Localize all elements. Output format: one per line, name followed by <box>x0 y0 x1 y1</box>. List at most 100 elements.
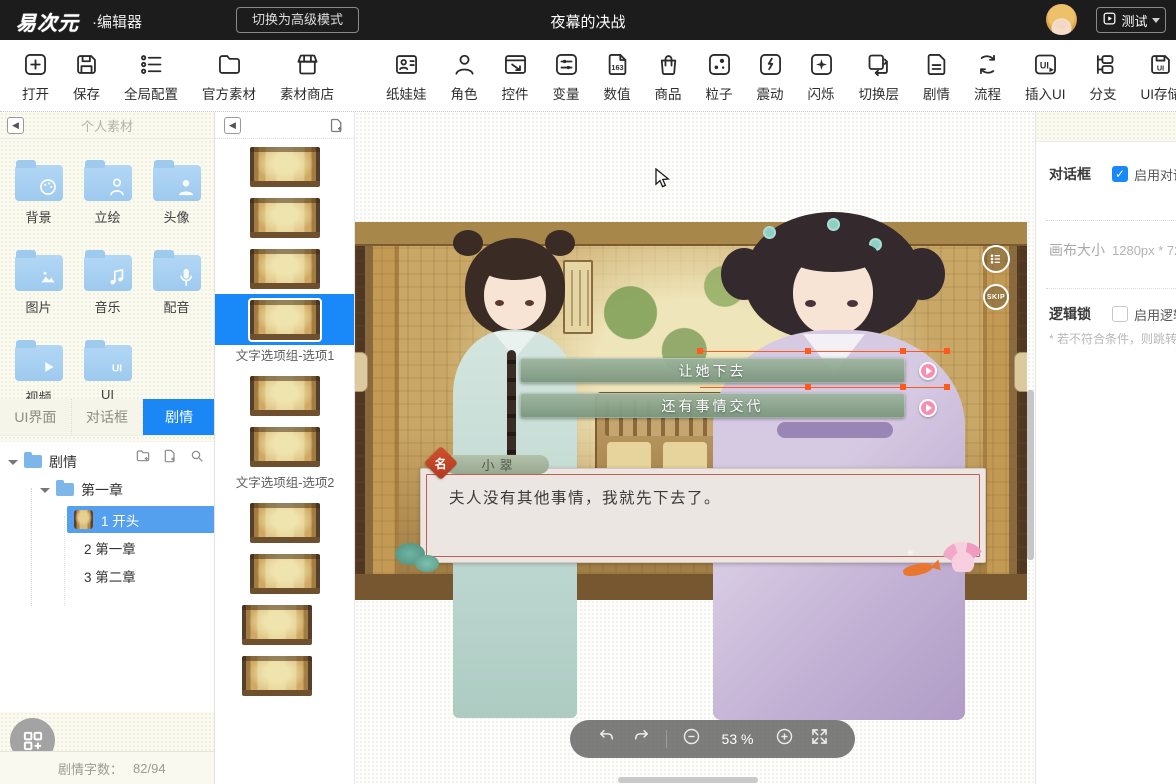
tree-node-chapter[interactable]: 第一章 <box>40 476 123 503</box>
toolbar-item-label: 闪烁 <box>808 83 835 103</box>
toolbar-item-story[interactable]: 剧情 <box>923 40 950 103</box>
scene-thumbnail[interactable] <box>215 497 355 548</box>
tree-expand-icon[interactable] <box>40 488 50 493</box>
dialogue-box[interactable]: 夫人没有其他事情，我就先下去了。 <box>420 468 986 563</box>
flash-icon <box>808 51 835 78</box>
scene-thumbnail[interactable] <box>215 548 355 599</box>
asset-folder-bust[interactable]: 头像 <box>142 158 211 226</box>
choice-button-1[interactable]: 让她下去 <box>520 358 905 383</box>
scene-thumbnail[interactable] <box>215 599 355 650</box>
toolbar-item-switch-layer[interactable]: 切换层 <box>859 40 900 103</box>
character-sprite-lady[interactable] <box>707 212 972 720</box>
scene-thumbnail[interactable] <box>215 370 355 421</box>
toolbar-item-particle[interactable]: 粒子 <box>706 40 733 103</box>
zoom-in-icon[interactable] <box>774 726 795 752</box>
tree-node-root[interactable]: 剧情 <box>8 448 77 475</box>
app-logo: 易次元 <box>16 7 79 36</box>
user-avatar[interactable] <box>1046 4 1077 35</box>
selection-handle[interactable] <box>944 348 950 354</box>
choice-drag-button[interactable] <box>919 399 937 417</box>
toolbar-item-insert-ui[interactable]: UI 插入UI <box>1025 40 1066 103</box>
toolbar-item-label: 角色 <box>451 83 478 103</box>
scene-thumbnail[interactable] <box>215 192 355 243</box>
toolbar-item-shake[interactable]: 震动 <box>757 40 784 103</box>
choice-button-2[interactable]: 还有事情交代 <box>520 393 905 418</box>
scene-menu-button[interactable] <box>982 245 1010 273</box>
add-scene-icon[interactable] <box>328 117 345 134</box>
scene-thumbnail-image <box>250 198 320 238</box>
undo-icon[interactable] <box>596 726 617 752</box>
insert-ui-icon: UI <box>1032 51 1059 78</box>
toolbar-item-open[interactable]: 打开 <box>22 40 49 103</box>
scene-skip-button[interactable]: SKIP <box>983 284 1009 310</box>
toolbar-item-character[interactable]: 角色 <box>451 40 478 103</box>
toolbar-item-flash[interactable]: 闪烁 <box>808 40 835 103</box>
add-folder-icon[interactable] <box>135 448 151 469</box>
add-file-icon[interactable] <box>162 448 178 469</box>
asset-folder-video[interactable]: 视频 <box>4 338 73 406</box>
canvas-horizontal-scrollbar[interactable] <box>618 777 758 783</box>
svg-text:163: 163 <box>611 63 623 72</box>
toolbar-item-asset-store[interactable]: 素材商店 <box>280 40 334 103</box>
canvas-vertical-scrollbar[interactable] <box>1027 390 1034 560</box>
toolbar-item-paper-doll[interactable]: 纸娃娃 <box>386 40 427 103</box>
search-icon[interactable] <box>189 448 205 469</box>
toolbar-item-flow[interactable]: 流程 <box>974 40 1001 103</box>
scene-right-tab[interactable] <box>1014 352 1027 392</box>
scene-thumbnail[interactable] <box>215 421 355 472</box>
tab-UI界面[interactable]: UI界面 <box>0 399 72 436</box>
toolbar-item-number[interactable]: 163 数值 <box>604 40 631 103</box>
selection-handle[interactable] <box>944 384 950 390</box>
advanced-mode-button[interactable]: 切换为高级模式 <box>236 7 359 33</box>
logic-lock-row: 逻辑锁 启用逻辑锁 <box>1049 304 1176 324</box>
thumbnail-panel-header: ◀ <box>215 112 354 139</box>
tree-node[interactable]: 2 第一章 <box>84 534 136 561</box>
asset-folder-ui[interactable]: UI UI <box>73 338 142 406</box>
toolbar-item-branch[interactable]: 分支 <box>1090 40 1117 103</box>
toolbar-item-save[interactable]: 保存 <box>73 40 100 103</box>
selection-handle[interactable] <box>697 348 703 354</box>
toolbar-item-label: 素材商店 <box>280 83 334 103</box>
scene-thumbnail[interactable] <box>215 243 355 294</box>
fullscreen-icon[interactable] <box>809 726 830 752</box>
tree-expand-icon[interactable] <box>8 460 18 465</box>
asset-folder-figure[interactable]: 立绘 <box>73 158 142 226</box>
selection-handle[interactable] <box>805 384 811 390</box>
asset-folder-mic[interactable]: 配音 <box>142 248 211 316</box>
asset-folder-music[interactable]: 音乐 <box>73 248 142 316</box>
toolbar-item-ui-store[interactable]: UI UI存储 <box>1141 40 1176 103</box>
scene-thumbnail-image <box>250 300 320 340</box>
toolbar-item-variable[interactable]: 变量 <box>553 40 580 103</box>
test-button[interactable]: 测试 <box>1096 7 1166 33</box>
tab-剧情[interactable]: 剧情 <box>143 399 215 436</box>
scene-thumbnail[interactable] <box>215 650 355 701</box>
toolbar-item-label: 插入UI <box>1025 83 1066 103</box>
toolbar-item-widget[interactable]: 控件 <box>502 40 529 103</box>
asset-store-icon <box>294 51 321 78</box>
redo-icon[interactable] <box>631 726 652 752</box>
tree-node[interactable]: 3 第二章 <box>84 562 136 589</box>
editor-canvas[interactable]: 让她下去 还有事情交代 SKIP 夫人没有其他事情，我就先下去了。 名 小翠 ❀… <box>355 112 1035 784</box>
collapse-panel-button[interactable]: ◀ <box>7 117 24 134</box>
choice-drag-button[interactable] <box>919 362 937 380</box>
scene-thumbnail-selected[interactable] <box>215 294 355 345</box>
asset-folder-palette[interactable]: 背景 <box>4 158 73 226</box>
tab-对话框[interactable]: 对话框 <box>72 399 144 436</box>
selection-handle[interactable] <box>900 348 906 354</box>
tree-node-selected[interactable]: 1 开头 <box>67 506 215 533</box>
dialog-enable-checkbox[interactable]: ✓ <box>1112 166 1128 182</box>
zoom-out-icon[interactable] <box>681 726 702 752</box>
toolbar-item-label: 震动 <box>757 83 784 103</box>
widget-icon <box>502 51 529 78</box>
selection-handle[interactable] <box>900 384 906 390</box>
collapse-panel-button[interactable]: ◀ <box>224 117 241 134</box>
selection-handle[interactable] <box>805 348 811 354</box>
toolbar-item-official-assets[interactable]: 官方素材 <box>202 40 256 103</box>
toolbar-item-global-config[interactable]: 全局配置 <box>124 40 178 103</box>
asset-folder-image[interactable]: 图片 <box>4 248 73 316</box>
scene-left-tab[interactable] <box>355 352 368 392</box>
logic-lock-checkbox[interactable] <box>1112 306 1128 322</box>
scene-thumbnail[interactable] <box>215 141 355 192</box>
toolbar-item-goods[interactable]: 商品 <box>655 40 682 103</box>
group-label: 文字选项组-选项1 <box>215 345 355 370</box>
